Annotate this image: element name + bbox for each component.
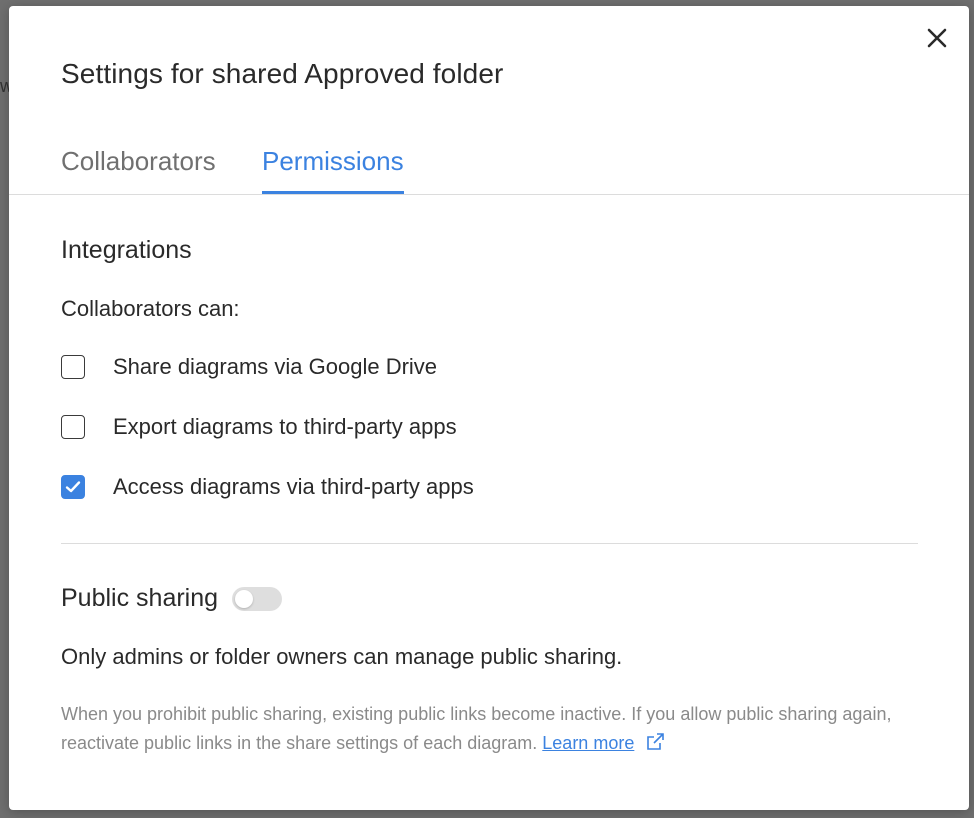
- tab-collaborators[interactable]: Collaborators: [61, 146, 216, 191]
- close-icon: [927, 28, 947, 48]
- public-sharing-help-text: When you prohibit public sharing, existi…: [61, 700, 901, 758]
- option-label: Export diagrams to third-party apps: [113, 414, 457, 439]
- option-share-google-drive[interactable]: Share diagrams via Google Drive: [61, 354, 437, 380]
- external-link-icon[interactable]: [645, 732, 665, 752]
- tab-bar: Collaborators Permissions: [9, 138, 969, 195]
- integrations-heading: Integrations: [61, 236, 192, 264]
- section-divider: [61, 543, 918, 544]
- learn-more-link[interactable]: Learn more: [542, 733, 634, 753]
- tab-permissions[interactable]: Permissions: [262, 146, 404, 194]
- option-label: Access diagrams via third-party apps: [113, 474, 474, 499]
- checkbox-checked[interactable]: [61, 475, 85, 499]
- option-access-third-party[interactable]: Access diagrams via third-party apps: [61, 474, 474, 500]
- checkbox[interactable]: [61, 415, 85, 439]
- public-sharing-heading: Public sharing: [61, 584, 219, 612]
- public-sharing-row: Public sharing: [61, 584, 283, 613]
- close-button[interactable]: [923, 24, 951, 52]
- option-export-third-party[interactable]: Export diagrams to third-party apps: [61, 414, 457, 440]
- admins-note: Only admins or folder owners can manage …: [61, 644, 623, 669]
- toggle-knob: [235, 589, 254, 608]
- option-label: Share diagrams via Google Drive: [113, 354, 438, 379]
- dialog-title: Settings for shared Approved folder: [61, 58, 504, 89]
- settings-dialog: Settings for shared Approved folder Coll…: [9, 6, 969, 810]
- public-sharing-toggle[interactable]: [232, 586, 283, 611]
- checkbox[interactable]: [61, 355, 85, 379]
- collaborators-can-label: Collaborators can:: [61, 296, 240, 321]
- checkmark-icon: [65, 481, 81, 493]
- help-text-body: When you prohibit public sharing, existi…: [61, 704, 892, 753]
